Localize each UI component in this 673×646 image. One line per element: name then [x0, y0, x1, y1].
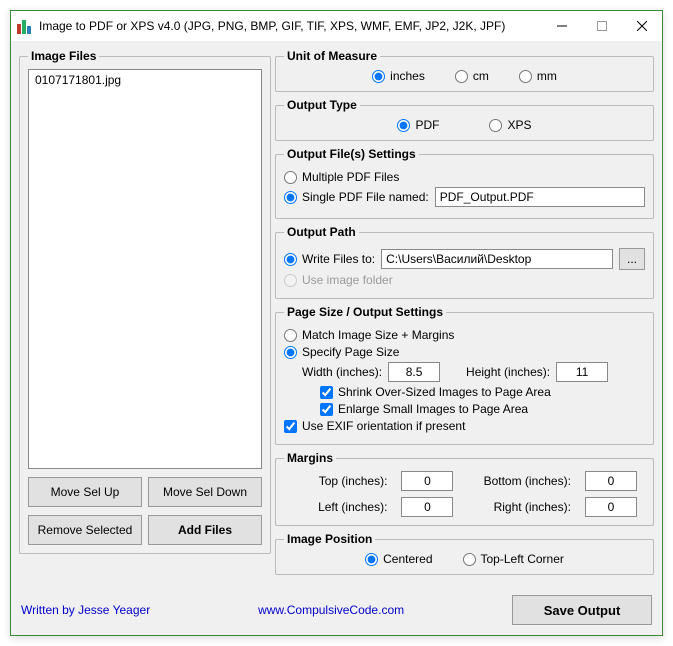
margin-top-label: Top (inches): [310, 474, 387, 488]
title-bar: Image to PDF or XPS v4.0 (JPG, PNG, BMP,… [11, 11, 662, 41]
save-output-button[interactable]: Save Output [512, 595, 652, 625]
output-xps-radio[interactable] [489, 119, 502, 132]
output-pdf-option[interactable]: PDF [397, 118, 439, 132]
centered-radio[interactable] [365, 553, 378, 566]
image-position-group: Image Position Centered Top-Left Corner [275, 532, 654, 575]
margin-left-label: Left (inches): [310, 500, 387, 514]
use-image-folder-radio [284, 274, 297, 287]
maximize-button[interactable] [582, 11, 622, 41]
exif-checkbox[interactable] [284, 420, 297, 433]
output-path-input[interactable] [381, 249, 613, 269]
image-files-group: Image Files 0107171801.jpg Move Sel Up M… [19, 49, 271, 554]
window-controls [542, 11, 662, 41]
shrink-checkbox[interactable] [320, 386, 333, 399]
width-input[interactable] [388, 362, 440, 382]
unit-mm-option[interactable]: mm [519, 69, 557, 83]
margins-legend: Margins [284, 451, 336, 465]
unit-cm-option[interactable]: cm [455, 69, 489, 83]
margin-bottom-input[interactable] [585, 471, 637, 491]
minimize-button[interactable] [542, 11, 582, 41]
list-item[interactable]: 0107171801.jpg [33, 72, 257, 88]
output-files-legend: Output File(s) Settings [284, 147, 419, 161]
output-path-group: Output Path Write Files to: ... Use imag… [275, 225, 654, 299]
site-link[interactable]: www.CompulsiveCode.com [258, 603, 404, 617]
centered-option[interactable]: Centered [365, 552, 432, 566]
topleft-radio[interactable] [463, 553, 476, 566]
add-files-button[interactable]: Add Files [148, 515, 262, 545]
output-type-legend: Output Type [284, 98, 360, 112]
image-files-list[interactable]: 0107171801.jpg [28, 69, 262, 469]
height-input[interactable] [556, 362, 608, 382]
author-link[interactable]: Written by Jesse Yeager [21, 603, 150, 617]
margins-group: Margins Top (inches): Bottom (inches): L… [275, 451, 654, 526]
specify-page-option[interactable]: Specify Page Size [284, 345, 399, 359]
enlarge-checkbox[interactable] [320, 403, 333, 416]
height-label: Height (inches): [466, 365, 550, 379]
image-files-legend: Image Files [28, 49, 99, 63]
margin-bottom-label: Bottom (inches): [476, 474, 571, 488]
multiple-pdf-option[interactable]: Multiple PDF Files [284, 170, 399, 184]
output-type-group: Output Type PDF XPS [275, 98, 654, 141]
remove-selected-button[interactable]: Remove Selected [28, 515, 142, 545]
unit-inches-radio[interactable] [372, 70, 385, 83]
page-size-group: Page Size / Output Settings Match Image … [275, 305, 654, 445]
image-position-legend: Image Position [284, 532, 375, 546]
page-size-legend: Page Size / Output Settings [284, 305, 446, 319]
unit-legend: Unit of Measure [284, 49, 380, 63]
shrink-option[interactable]: Shrink Over-Sized Images to Page Area [320, 385, 551, 399]
unit-cm-radio[interactable] [455, 70, 468, 83]
margin-left-input[interactable] [401, 497, 453, 517]
single-pdf-option[interactable]: Single PDF File named: [284, 190, 429, 204]
window-title: Image to PDF or XPS v4.0 (JPG, PNG, BMP,… [39, 19, 542, 33]
output-files-group: Output File(s) Settings Multiple PDF Fil… [275, 147, 654, 219]
match-image-option[interactable]: Match Image Size + Margins [284, 328, 454, 342]
exif-option[interactable]: Use EXIF orientation if present [284, 419, 465, 433]
multiple-pdf-radio[interactable] [284, 171, 297, 184]
move-down-button[interactable]: Move Sel Down [148, 477, 262, 507]
enlarge-option[interactable]: Enlarge Small Images to Page Area [320, 402, 528, 416]
single-pdf-radio[interactable] [284, 191, 297, 204]
unit-group: Unit of Measure inches cm mm [275, 49, 654, 92]
app-icon [17, 18, 33, 34]
margin-right-label: Right (inches): [476, 500, 571, 514]
unit-inches-option[interactable]: inches [372, 69, 425, 83]
width-label: Width (inches): [302, 365, 382, 379]
write-files-radio[interactable] [284, 253, 297, 266]
unit-mm-radio[interactable] [519, 70, 532, 83]
use-image-folder-option: Use image folder [284, 273, 393, 287]
browse-button[interactable]: ... [619, 248, 645, 270]
single-pdf-filename-input[interactable] [435, 187, 645, 207]
move-up-button[interactable]: Move Sel Up [28, 477, 142, 507]
margin-right-input[interactable] [585, 497, 637, 517]
margin-top-input[interactable] [401, 471, 453, 491]
close-button[interactable] [622, 11, 662, 41]
footer: Written by Jesse Yeager www.CompulsiveCo… [11, 589, 662, 635]
output-pdf-radio[interactable] [397, 119, 410, 132]
output-path-legend: Output Path [284, 225, 359, 239]
output-xps-option[interactable]: XPS [489, 118, 531, 132]
specify-page-radio[interactable] [284, 346, 297, 359]
match-image-radio[interactable] [284, 329, 297, 342]
write-files-option[interactable]: Write Files to: [284, 252, 375, 266]
app-window: Image to PDF or XPS v4.0 (JPG, PNG, BMP,… [10, 10, 663, 636]
topleft-option[interactable]: Top-Left Corner [463, 552, 564, 566]
